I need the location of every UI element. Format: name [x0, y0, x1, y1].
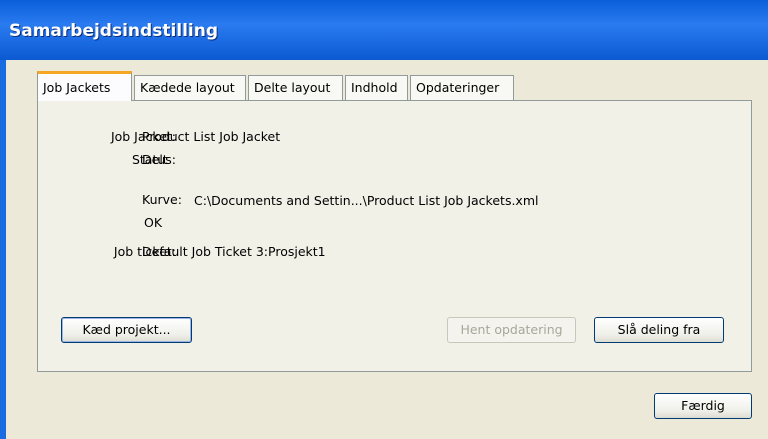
tab-label: Job Jackets	[43, 80, 111, 95]
tab-linked-layouts[interactable]: Kædede layout	[134, 75, 246, 100]
kurve-label: Kurve:	[142, 192, 182, 207]
collaboration-settings-dialog: Samarbejdsindstilling Job Jackets Kædede…	[0, 0, 768, 439]
tab-updates[interactable]: Opdateringer	[410, 75, 514, 100]
tab-label: Indhold	[351, 80, 398, 95]
link-project-button[interactable]: Kæd projekt...	[61, 317, 192, 343]
tab-label: Kædede layout	[140, 80, 235, 95]
done-button[interactable]: Færdig	[654, 393, 752, 419]
stop-sharing-button[interactable]: Slå deling fra	[594, 317, 724, 343]
tab-label: Delte layout	[254, 80, 331, 95]
tab-content[interactable]: Indhold	[345, 75, 408, 100]
status-value: Delt	[142, 152, 168, 167]
get-update-button[interactable]: Hent opdatering	[447, 317, 576, 343]
job-ticket-value: Default Job Ticket 3:Prosjekt1	[142, 244, 326, 259]
job-jackets-panel: Job Jacket: Product List Job Jacket Stat…	[37, 100, 752, 372]
title-bar[interactable]: Samarbejdsindstilling	[0, 0, 768, 60]
tab-label: Opdateringer	[416, 80, 500, 95]
window-title: Samarbejdsindstilling	[9, 21, 219, 41]
tab-shared-layouts[interactable]: Delte layout	[248, 75, 343, 100]
job-jacket-value: Product List Job Jacket	[142, 129, 281, 144]
kurve-path: C:\Documents and Settin...\Product List …	[194, 193, 539, 208]
tab-job-jackets[interactable]: Job Jackets	[37, 71, 132, 101]
kurve-status: OK	[144, 215, 163, 230]
